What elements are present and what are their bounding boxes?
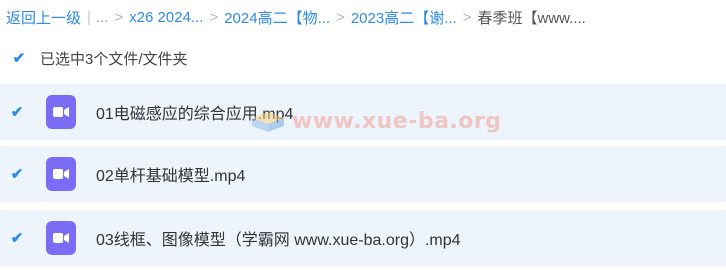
file-name[interactable]: 01电磁感应的综合应用.mp4 — [96, 100, 293, 124]
breadcrumb-current: 春季班【www.... — [477, 9, 586, 27]
back-link[interactable]: 返回上一级 — [6, 7, 81, 28]
file-row[interactable]: ✔ 03线框、图像模型（学霸网 www.xue-ba.org）.mp4 — [0, 210, 726, 266]
file-name[interactable]: 03线框、图像模型（学霸网 www.xue-ba.org）.mp4 — [96, 226, 461, 250]
breadcrumb-item[interactable]: x26 2024... — [129, 9, 203, 26]
file-checkbox[interactable]: ✔ — [10, 105, 24, 120]
breadcrumb-separator: > — [336, 8, 345, 26]
breadcrumb-separator: > — [209, 8, 219, 26]
breadcrumb-divider: | — [87, 8, 91, 26]
breadcrumb-item[interactable]: 2023高二【谢... — [351, 7, 457, 28]
video-file-icon — [46, 95, 76, 129]
video-file-icon — [46, 157, 76, 191]
breadcrumb-separator: > — [462, 8, 472, 26]
file-row[interactable]: ✔ 01电磁感应的综合应用.mp4 — [0, 84, 726, 140]
video-file-icon — [46, 221, 76, 255]
selection-count-label: 已选中3个文件/文件夹 — [40, 50, 188, 68]
file-checkbox[interactable]: ✔ — [10, 167, 24, 182]
file-row[interactable]: ✔ 02单杆基础模型.mp4 — [0, 146, 726, 202]
breadcrumb-separator: > — [114, 8, 124, 26]
breadcrumb: 返回上一级 | ... > x26 2024... > 2024高二【物... … — [0, 0, 726, 34]
breadcrumb-item[interactable]: 2024高二【物... — [224, 7, 330, 28]
file-checkbox[interactable]: ✔ — [10, 231, 24, 246]
breadcrumb-ellipsis[interactable]: ... — [96, 9, 109, 26]
selection-bar: ✔ 已选中3个文件/文件夹 — [0, 40, 726, 76]
select-all-checkbox[interactable]: ✔ — [12, 51, 26, 66]
file-name[interactable]: 02单杆基础模型.mp4 — [96, 162, 245, 186]
